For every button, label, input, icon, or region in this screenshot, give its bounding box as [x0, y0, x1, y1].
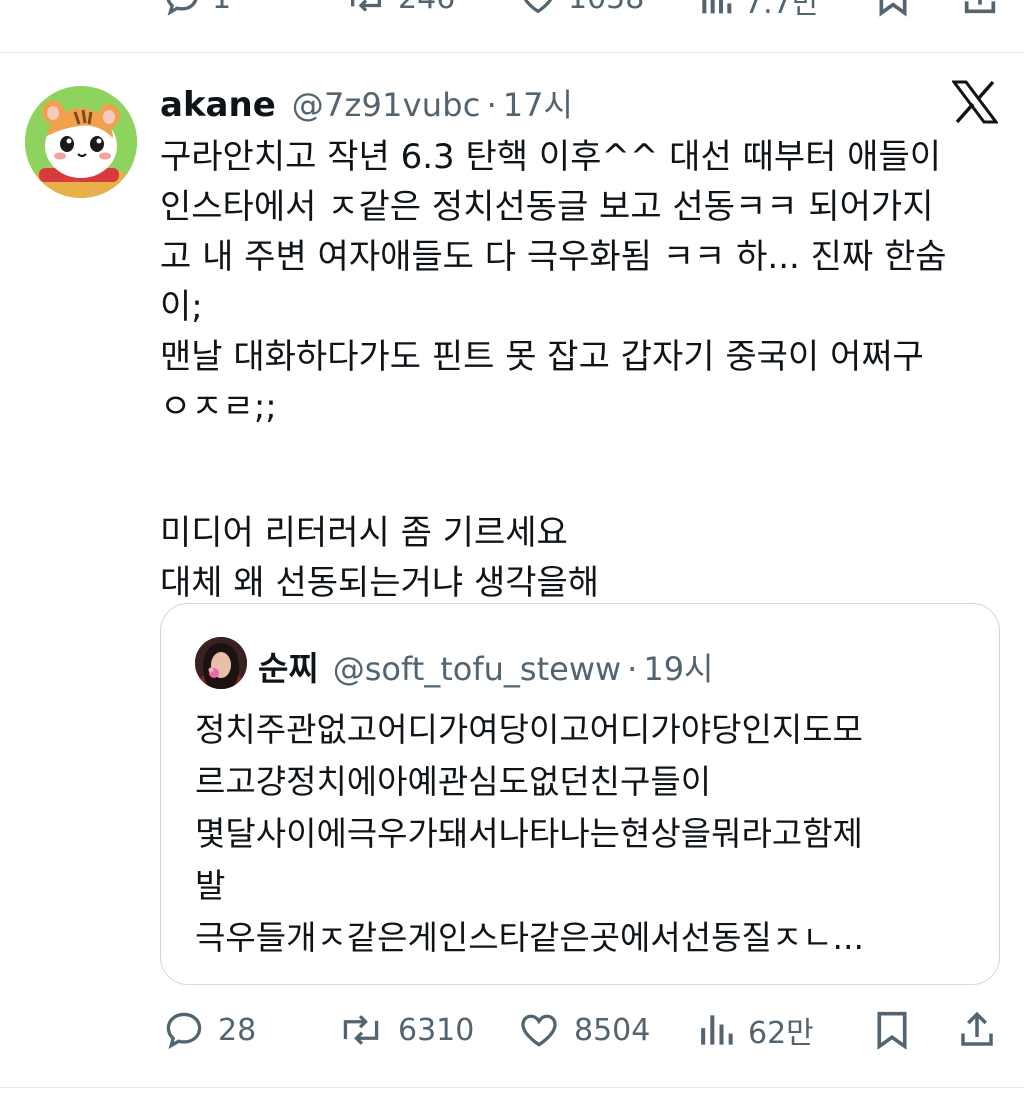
- bookmark-icon: [879, 0, 907, 17]
- tweet-text-line: 미디어 리터러시 좀 기르세요: [160, 513, 568, 553]
- views-button[interactable]: 62만: [696, 1005, 814, 1055]
- quoted-text-line: 몇달사이에극우가돼서나타나는현상을뭐라고함제: [195, 814, 863, 853]
- tweet-action-bar: 28 6310 8504 62만: [160, 1005, 1000, 1055]
- tweet-header: akane @7z91vubc · 17시: [160, 80, 573, 126]
- quoted-tweet-text: 정치주관없고어디가여당이고어디가야당인지도모 르고걍정치에아예관심도없던친구들이…: [195, 704, 985, 964]
- bookmark-icon: [877, 1011, 907, 1050]
- retweet-count: 6310: [398, 1012, 475, 1048]
- prev-retweet-count: 246: [398, 0, 455, 16]
- tweet-text-line: 고 내 주변 여자애들도 다 극우화됨 ㅋㅋ 하... 진짜 한숨: [160, 237, 947, 277]
- tweet-text-line: 맨날 대화하다가도 핀트 못 잡고 갑자기 중국이 어쩌구: [160, 337, 924, 377]
- quoted-text-line: 발: [195, 866, 226, 905]
- retweet-icon: [343, 1015, 379, 1045]
- prev-views-button[interactable]: 7.7만: [698, 0, 819, 22]
- reply-count: 28: [218, 1012, 257, 1048]
- views-count: 62만: [748, 1016, 814, 1051]
- like-icon: [521, 1014, 557, 1047]
- quoted-timestamp[interactable]: 19시: [643, 644, 713, 690]
- display-name[interactable]: akane: [160, 85, 276, 125]
- prev-reply-count: 1: [212, 0, 231, 16]
- separator-dot: ·: [627, 650, 638, 688]
- tweet-text-line: 구라안치고 작년 6.3 탄핵 이후^^ 대선 때부터 애들이: [160, 137, 942, 177]
- tweet-text-line: 이;: [160, 287, 203, 327]
- share-icon: [964, 0, 996, 14]
- tweet-text-line: 대체 왜 선동되는거냐 생각을해: [160, 563, 600, 603]
- quoted-text-line: 극우들개ㅈ같은게인스타같은곳에서선동질ㅈㄴ...: [195, 918, 865, 957]
- divider: [0, 1087, 1024, 1088]
- timestamp[interactable]: 17시: [503, 80, 573, 126]
- quoted-text-line: 정치주관없고어디가여당이고어디가야당인지도모: [195, 710, 863, 749]
- previous-tweet-action-bar: 1 246 1058 7.7만: [160, 0, 1000, 22]
- views-icon: [701, 1015, 733, 1045]
- tweet-text-line: ㅇㅈㄹ;;: [160, 387, 277, 427]
- x-logo-icon: [951, 80, 999, 124]
- quoted-user-avatar[interactable]: [195, 637, 247, 689]
- prev-bookmark-button[interactable]: [874, 0, 912, 18]
- retweet-icon: [351, 0, 381, 12]
- prev-views-count: 7.7만: [744, 0, 820, 21]
- retweet-button[interactable]: 6310: [336, 1005, 474, 1055]
- like-button[interactable]: 8504: [516, 1005, 650, 1055]
- views-icon: [702, 0, 732, 14]
- reply-button[interactable]: 28: [162, 1005, 256, 1055]
- user-handle[interactable]: @7z91vubc: [292, 86, 481, 124]
- quoted-display-name[interactable]: 순찌: [258, 642, 319, 690]
- quoted-tweet-header: 순찌 @soft_tofu_steww · 19시: [258, 642, 714, 690]
- prev-retweet-button[interactable]: 246: [344, 0, 455, 18]
- reply-icon: [166, 0, 198, 16]
- like-count: 8504: [574, 1012, 651, 1048]
- user-avatar[interactable]: [25, 86, 137, 198]
- prev-like-button[interactable]: 1058: [518, 0, 644, 18]
- share-icon: [961, 1011, 993, 1046]
- tweet-text-line: 인스타에서 ㅈ같은 정치선동글 보고 선동ㅋㅋ 되어가지: [160, 187, 934, 227]
- divider: [0, 52, 1024, 53]
- prev-share-button[interactable]: [960, 0, 1000, 18]
- like-icon: [523, 0, 553, 14]
- quoted-tweet-card[interactable]: 순찌 @soft_tofu_steww · 19시 정치주관없고어디가여당이고어…: [160, 603, 1000, 985]
- hamster-avatar-image: [25, 86, 137, 198]
- reply-icon: [166, 1012, 202, 1050]
- prev-like-count: 1058: [568, 0, 644, 16]
- tweet-text: 구라안치고 작년 6.3 탄핵 이후^^ 대선 때부터 애들이 인스타에서 ㅈ같…: [160, 132, 1005, 608]
- quoted-user-handle[interactable]: @soft_tofu_steww: [333, 650, 621, 688]
- quoted-avatar-image: [195, 637, 247, 689]
- prev-reply-button[interactable]: 1: [162, 0, 231, 18]
- separator-dot: ·: [486, 86, 497, 124]
- share-button[interactable]: [956, 1005, 998, 1055]
- quoted-text-line: 르고걍정치에아예관심도없던친구들이: [195, 762, 712, 801]
- bookmark-button[interactable]: [872, 1005, 912, 1055]
- x-logo-button[interactable]: [951, 80, 999, 124]
